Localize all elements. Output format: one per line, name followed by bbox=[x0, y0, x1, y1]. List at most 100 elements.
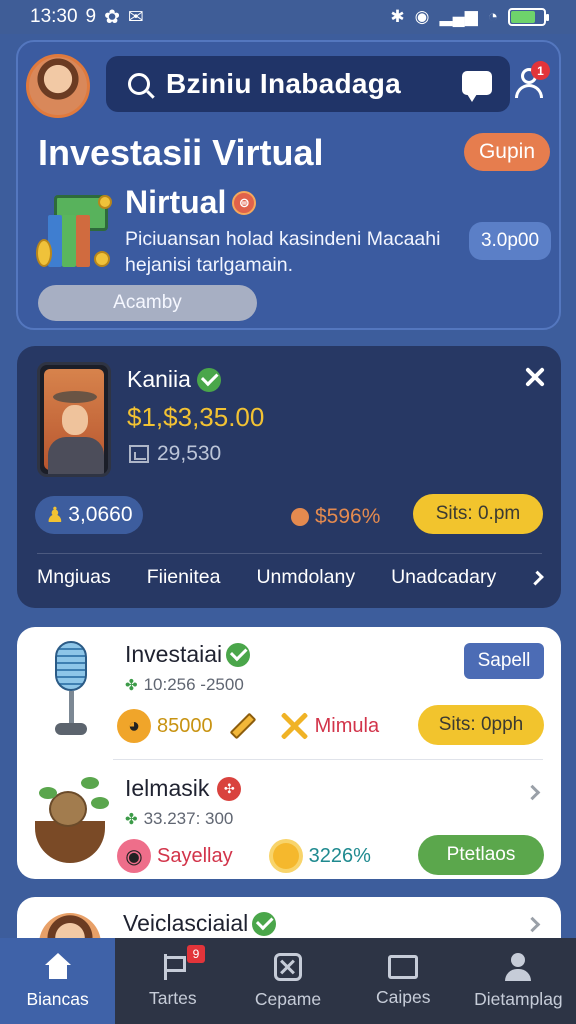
avatar[interactable] bbox=[26, 54, 90, 118]
sun-icon bbox=[272, 843, 299, 869]
header-card: Bziniu Inabadaga Investasii Virtual Gupi… bbox=[16, 40, 561, 330]
gupin-button[interactable]: Gupin bbox=[464, 133, 550, 171]
flag-icon bbox=[160, 953, 186, 980]
bluetooth-icon: ✱ bbox=[390, 7, 405, 26]
tab-fiienitea[interactable]: Fiienitea bbox=[147, 566, 221, 589]
sits-button[interactable]: Sits: 0pph bbox=[418, 705, 544, 745]
item-title: Investaiai bbox=[125, 641, 251, 668]
battery-level bbox=[511, 11, 535, 23]
x-box-icon bbox=[274, 952, 302, 981]
search-bar[interactable]: Bziniu Inabadaga bbox=[106, 56, 510, 112]
chat-icon[interactable] bbox=[462, 71, 492, 102]
chart-icon bbox=[129, 445, 149, 463]
chevron-right-icon[interactable] bbox=[524, 784, 541, 801]
status-time: 13:30 bbox=[30, 6, 78, 27]
nav-item-caipes[interactable]: Caipes bbox=[346, 938, 461, 1024]
amount-pill[interactable]: 3.0p00 bbox=[469, 222, 551, 260]
search-icon bbox=[128, 73, 150, 95]
notification-badge: 1 bbox=[531, 61, 550, 80]
tab-mngiuas[interactable]: Mngiuas bbox=[37, 566, 111, 589]
percent-value: $596% bbox=[315, 505, 381, 528]
item-title: Ielmasik ✣ bbox=[125, 775, 242, 802]
alert-badge-icon: ✣ bbox=[217, 776, 242, 801]
item-meta: ✤ 33.237: 300 bbox=[125, 809, 233, 829]
nav-label: Cepame bbox=[254, 988, 322, 1009]
points-value: 3,0660 bbox=[68, 503, 133, 526]
pencil-icon bbox=[229, 712, 257, 740]
home-icon bbox=[43, 952, 73, 981]
wifi-icon: ◔ bbox=[487, 7, 498, 26]
mail-icon: ✉ bbox=[128, 6, 144, 28]
list-item[interactable]: Investaiai ✤ 10:256 -2500 Sapell ◕ 85000… bbox=[17, 627, 561, 752]
nav-label: Dietamplag bbox=[474, 988, 563, 1009]
nav-item-cepame[interactable]: Cepame bbox=[230, 938, 345, 1024]
sits-button[interactable]: Sits: 0.pm bbox=[413, 494, 543, 534]
item-title-text: Ielmasik bbox=[125, 775, 210, 801]
profile-stat: 29,530 bbox=[129, 442, 221, 466]
item-meta-text: 10:256 -2500 bbox=[143, 675, 244, 694]
verified-check-icon bbox=[252, 911, 277, 936]
investment-list-card: Investaiai ✤ 10:256 -2500 Sapell ◕ 85000… bbox=[17, 627, 561, 879]
gear-icon bbox=[291, 508, 309, 526]
person-pin-icon: ♟ bbox=[45, 503, 65, 527]
profile-tabs: Mngiuas Fiienitea Unmdolany Unadcadary bbox=[37, 566, 547, 589]
leaf-icon: ✤ bbox=[125, 811, 138, 828]
profile-balance: $1,$3,35.00 bbox=[127, 402, 265, 432]
monster-face-icon: ◕ bbox=[117, 709, 151, 743]
nav-label: Caipes bbox=[375, 986, 431, 1007]
nav-item-biancas[interactable]: Biancas bbox=[0, 938, 116, 1024]
alarm-icon: ◉ bbox=[414, 7, 430, 26]
item-meta: ✤ 10:256 -2500 bbox=[125, 675, 244, 695]
microphone-icon bbox=[45, 641, 97, 741]
verified-check-icon bbox=[226, 642, 251, 667]
signal-icon: ▂▄▆ bbox=[439, 7, 478, 26]
hero-subtitle-text: Nirtual bbox=[125, 184, 227, 220]
chevron-right-icon[interactable] bbox=[524, 916, 541, 933]
crossed-tools-icon bbox=[279, 711, 309, 741]
item-meta-text: 33.237: 300 bbox=[143, 809, 234, 828]
computer-books-illustration-icon bbox=[36, 195, 114, 271]
hero-subtitle: Nirtual ⊜ bbox=[125, 184, 257, 221]
person-icon bbox=[505, 952, 532, 981]
verified-check-icon bbox=[196, 367, 221, 392]
item-value-1: Sayellay bbox=[157, 844, 233, 867]
lock-badge-icon: ⊜ bbox=[232, 190, 257, 215]
chevron-right-icon[interactable] bbox=[529, 570, 544, 585]
profile-card: Kaniia $1,$3,35.00 29,530 ♟ 3,0660 $596%… bbox=[17, 346, 561, 608]
item-title: Veiclasciaial bbox=[123, 910, 277, 937]
divider bbox=[37, 553, 542, 554]
bottom-nav: Biancas Tartes Cepame Caipes Dietamplag … bbox=[0, 938, 576, 1024]
close-icon[interactable] bbox=[524, 366, 546, 388]
search-text: Bziniu Inabadaga bbox=[166, 68, 402, 99]
nav-badge: 9 bbox=[187, 945, 205, 963]
nav-label: Biancas bbox=[26, 988, 89, 1009]
item-title-text: Investaiai bbox=[125, 641, 223, 667]
percent-stat: $596% bbox=[291, 505, 380, 529]
tab-unadcadary[interactable]: Unadcadary bbox=[391, 566, 496, 589]
profile-name: Kaniia bbox=[127, 366, 221, 393]
plant-pot-icon bbox=[33, 773, 109, 873]
leaf-icon: ✤ bbox=[125, 677, 138, 694]
pig-face-icon: ◉ bbox=[117, 839, 151, 873]
points-pill[interactable]: ♟ 3,0660 bbox=[35, 496, 143, 534]
hero-title: Investasii Virtual bbox=[38, 132, 324, 173]
battery-icon bbox=[508, 8, 549, 26]
status-bar: 13:30 9 ✿ ✉ ✱ ◉ ▂▄▆ ◔ bbox=[0, 0, 576, 34]
profile-stat-value: 29,530 bbox=[157, 442, 222, 465]
item-value-2: Mimula bbox=[314, 714, 380, 737]
status-extra: 9 bbox=[85, 6, 97, 27]
item-value-2: 3226% bbox=[308, 844, 371, 867]
item-title-text: Veiclasciaial bbox=[123, 910, 249, 936]
nav-item-tartes[interactable]: Tartes bbox=[115, 938, 230, 1024]
item-value-1: 85000 bbox=[157, 714, 213, 737]
nav-label: Tartes bbox=[148, 987, 197, 1008]
acamby-button[interactable]: Acamby bbox=[38, 285, 257, 321]
profile-name-text: Kaniia bbox=[127, 366, 191, 392]
ptetlaos-button[interactable]: Ptetlaos bbox=[418, 835, 544, 875]
divider bbox=[113, 759, 543, 760]
tab-unmdolany[interactable]: Unmdolany bbox=[256, 566, 355, 589]
nav-item-dietamplag[interactable]: Dietamplag bbox=[461, 938, 576, 1024]
sapell-button[interactable]: Sapell bbox=[464, 643, 544, 679]
list-item[interactable]: Ielmasik ✣ ✤ 33.237: 300 ◉ Sayellay 3226… bbox=[17, 761, 561, 886]
phone-detective-illustration bbox=[37, 362, 111, 477]
